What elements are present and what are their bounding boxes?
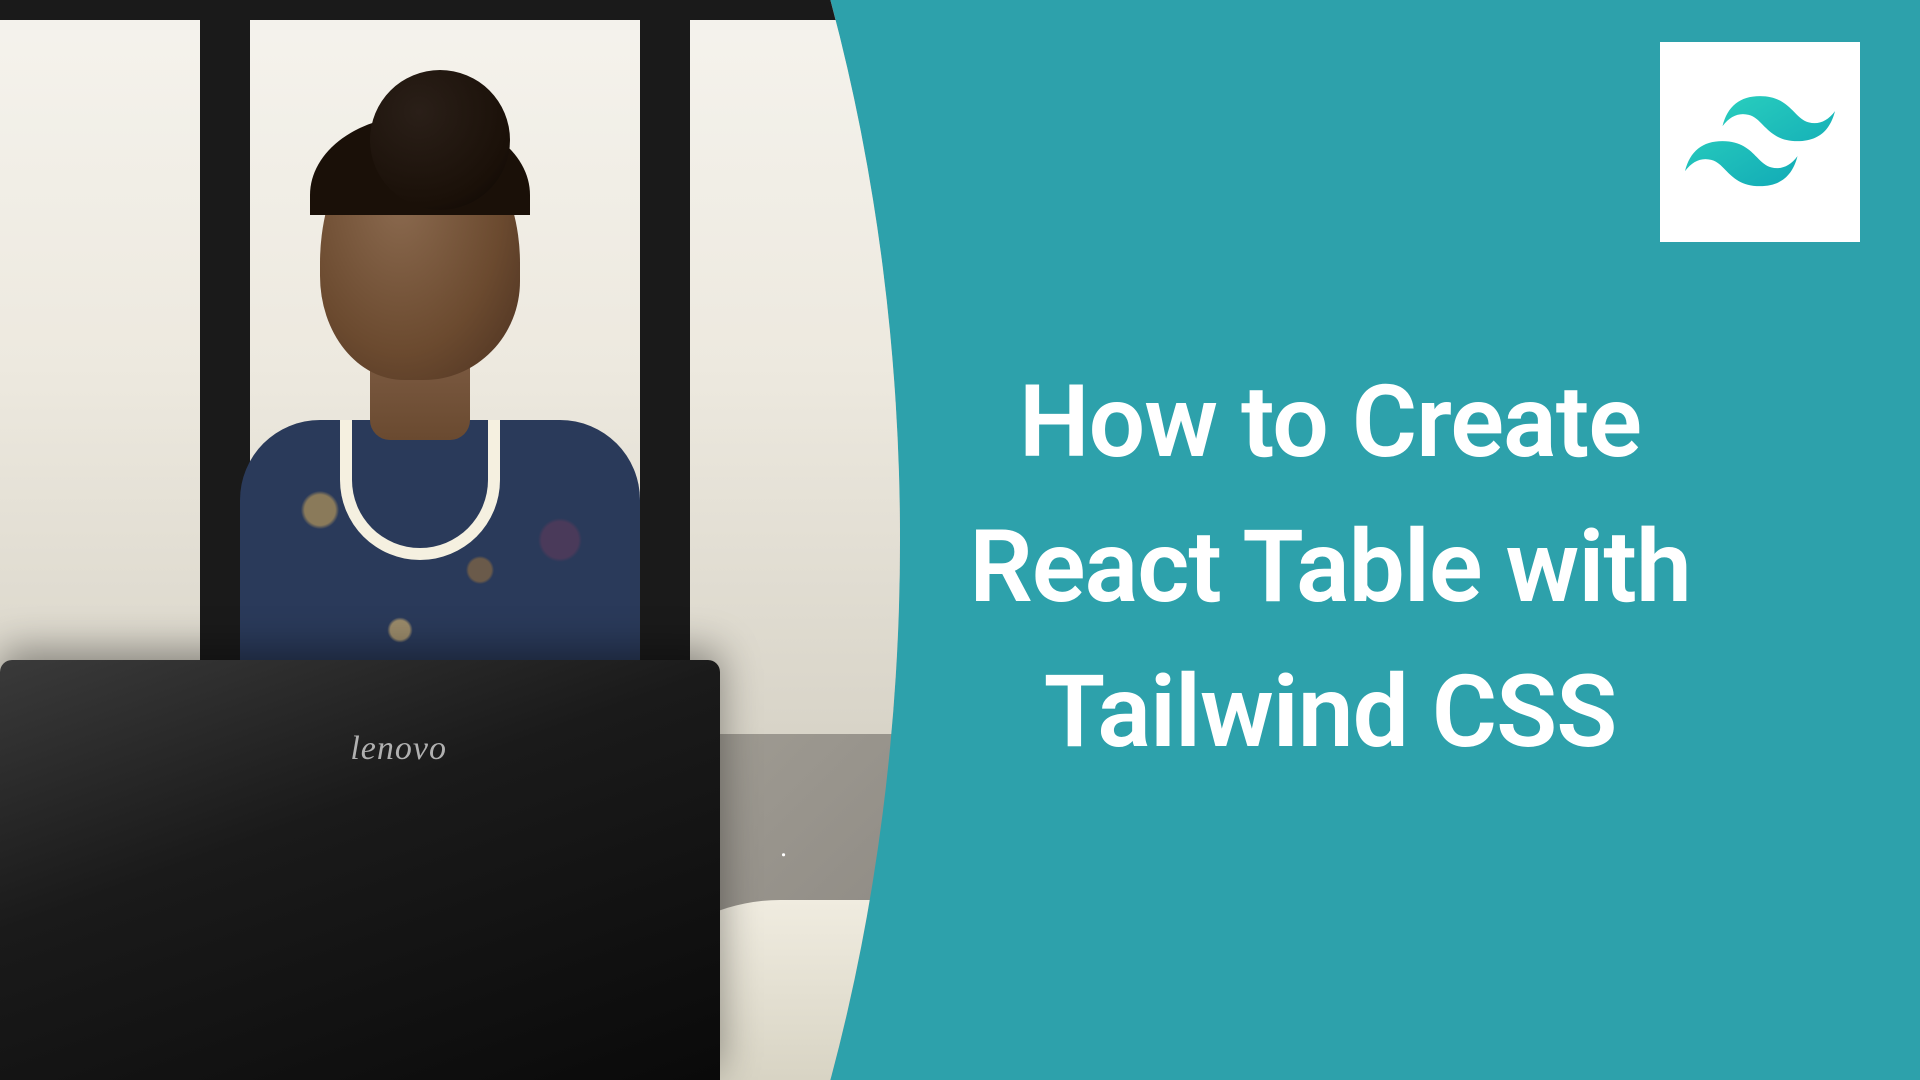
person-illustration	[240, 120, 640, 720]
hero-photo: lenovo	[0, 0, 900, 1080]
laptop-brand-label: lenovo	[350, 730, 447, 768]
tailwind-icon	[1685, 92, 1835, 192]
window-frame-bar	[0, 0, 900, 20]
title-line: React Table with	[969, 509, 1691, 626]
laptop: lenovo	[0, 660, 720, 1080]
title-line: Tailwind CSS	[1044, 654, 1617, 771]
tailwind-logo-box	[1660, 42, 1860, 242]
title-line: How to Create	[1019, 364, 1641, 481]
hero-title: How to Create React Table with Tailwind …	[820, 350, 1840, 785]
person-hair-bun	[370, 70, 510, 210]
decorative-dot: .	[780, 830, 787, 863]
window-frame-bar	[640, 0, 690, 734]
